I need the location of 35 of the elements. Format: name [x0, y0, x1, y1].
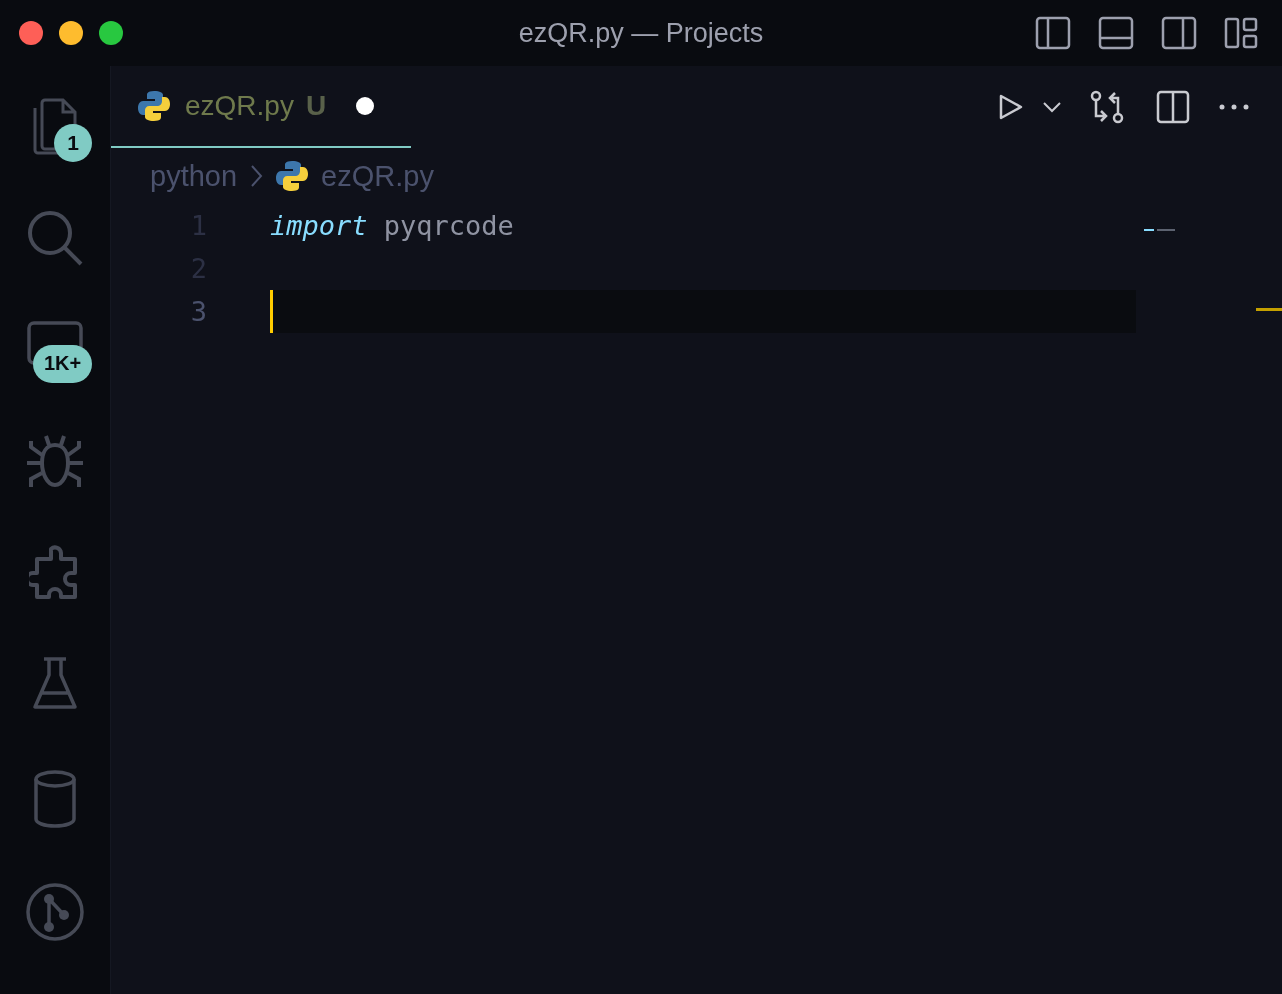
minimize-button[interactable] — [59, 21, 83, 45]
activity-item[interactable]: 1 — [0, 96, 110, 209]
split-editor-icon[interactable] — [1156, 90, 1190, 124]
git-status: U — [305, 90, 327, 122]
panel-toggle-icon[interactable] — [1098, 16, 1134, 50]
run-icon[interactable] — [998, 93, 1024, 121]
minimap-drawing — [1144, 228, 1176, 232]
more-icon[interactable] — [1218, 103, 1250, 111]
breadcrumb-item[interactable]: ezQR.py — [321, 159, 434, 193]
line-number: 3 — [189, 296, 207, 327]
branch-icon — [25, 881, 85, 942]
compare-changes-icon[interactable] — [1090, 90, 1124, 124]
python-icon — [275, 159, 310, 193]
python-icon — [137, 89, 171, 123]
sidebar-toggle-icon[interactable] — [1035, 16, 1071, 50]
chevron-right-icon — [249, 163, 264, 189]
editor-tab[interactable]: ezQR.py U — [111, 66, 411, 148]
tab-label: ezQR.py — [185, 90, 294, 122]
cylinder-icon — [33, 769, 77, 828]
code-line: import pyqrcode — [270, 210, 514, 241]
close-button[interactable] — [19, 21, 43, 45]
activity-item[interactable]: 1K+ — [0, 320, 110, 433]
window-title: ezQR.py — Projects — [518, 17, 764, 49]
count-badge: 1 — [54, 124, 92, 162]
bug-icon — [25, 432, 85, 489]
breadcrumb-item[interactable]: python — [150, 159, 238, 193]
cursor-position-marker — [1256, 308, 1282, 311]
chevron-down-icon[interactable] — [1042, 101, 1062, 113]
flask-icon — [32, 657, 78, 712]
text-cursor — [270, 290, 273, 333]
unsaved-dot-icon[interactable] — [356, 97, 375, 115]
zoom-button[interactable] — [99, 21, 123, 45]
count-badge: 1K+ — [33, 344, 92, 383]
layout-icon[interactable] — [1224, 16, 1258, 50]
secondary-sidebar-icon[interactable] — [1161, 16, 1197, 50]
